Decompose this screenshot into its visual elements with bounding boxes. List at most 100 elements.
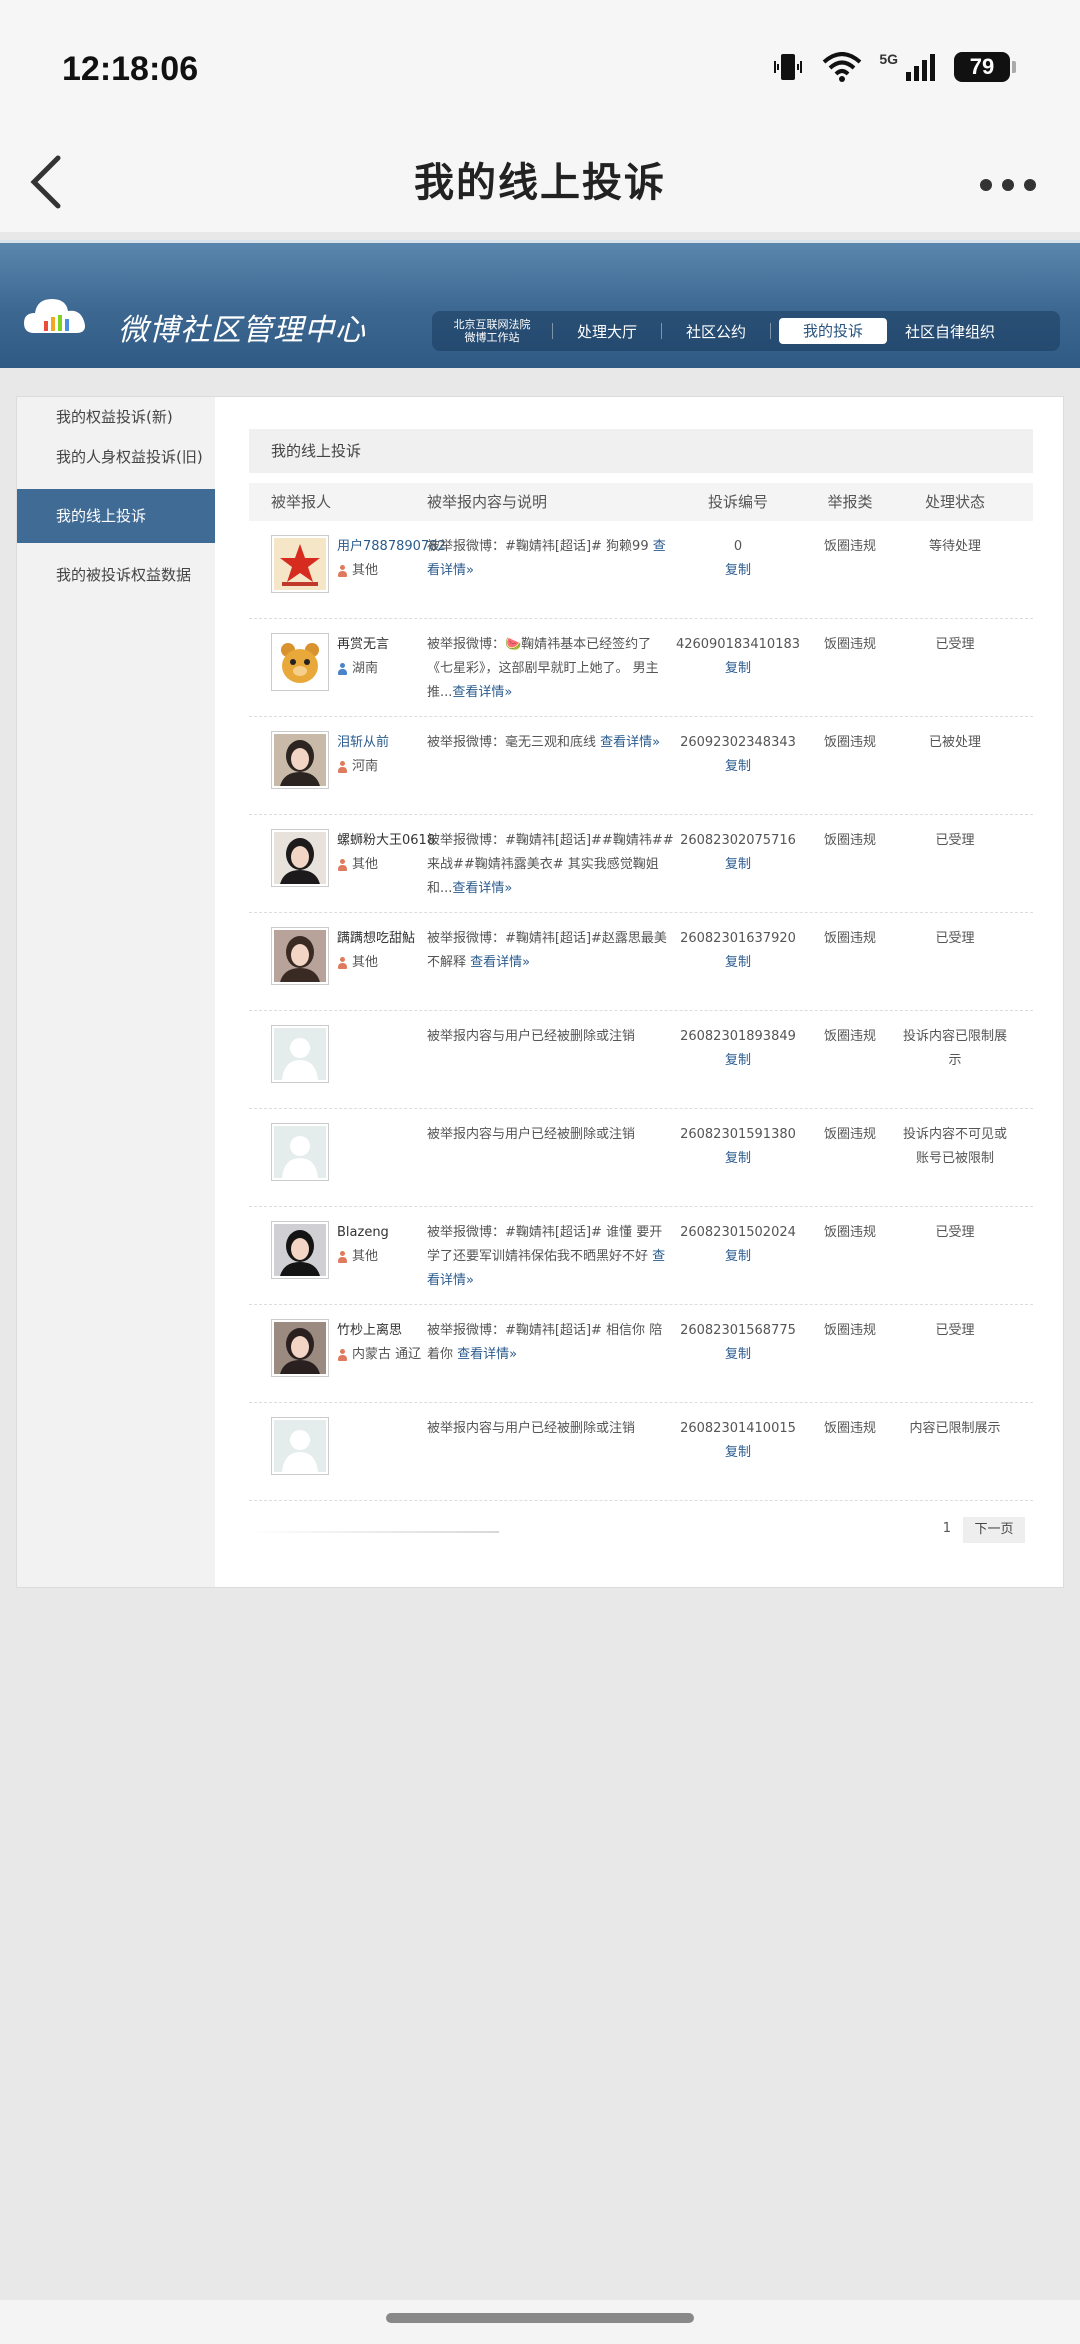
complaint-id: 26082301893849 — [680, 1029, 796, 1044]
reporter-name[interactable]: Blazeng — [337, 1221, 389, 1245]
reporter-name[interactable]: 再赏无言 — [337, 633, 389, 657]
reporter-name[interactable]: 蹒蹒想吃甜鮎 — [337, 927, 415, 951]
tab-convention[interactable]: 社区公约 — [662, 321, 770, 342]
avatar[interactable] — [271, 633, 329, 691]
copy-button[interactable]: 复制 — [675, 755, 801, 779]
view-details-link[interactable]: 查看详情» — [457, 1347, 517, 1362]
reporter-name[interactable]: 螺蛳粉大王0618 — [337, 829, 435, 853]
reporter-name[interactable]: 泪斩从前 — [337, 731, 389, 755]
content-text: 被举报内容与用户已经被删除或注销 — [427, 1421, 636, 1436]
person-icon — [337, 858, 348, 872]
copy-button[interactable]: 复制 — [675, 1441, 801, 1465]
reporter-cell — [249, 1417, 425, 1500]
location-text: 其他 — [352, 955, 379, 970]
avatar[interactable] — [271, 829, 329, 887]
header-reporter: 被举报人 — [271, 493, 332, 511]
copy-button[interactable]: 复制 — [675, 1245, 801, 1269]
reporter-cell: 用户7887890782 其他 — [249, 535, 446, 618]
avatar[interactable] — [271, 1417, 329, 1475]
network-label: 5G — [879, 51, 898, 67]
site-banner: 微博社区管理中心 北京互联网法院 微博工作站 处理大厅 社区公约 我的投诉 社区自… — [0, 240, 1080, 368]
avatar[interactable] — [271, 1025, 329, 1083]
sidebar-item-personal-rights-old[interactable]: 我的人身权益投诉(旧) — [17, 437, 215, 477]
complaint-content: 被举报微博：🍉鞠婧祎基本已经签约了《七星彩》，这部剧早就盯上她了。 男主 推..… — [425, 633, 675, 716]
reporter-name[interactable]: 竹杪上离思 — [337, 1319, 421, 1343]
complaint-content: 被举报微博：#鞠婧祎[超话]##鞠婧祎##来战##鞠婧祎露美衣# 其实我感觉鞠姐… — [425, 829, 675, 912]
scroll-track — [249, 1531, 499, 1533]
complaint-id: 26092302348343 — [680, 735, 796, 750]
person-icon — [337, 760, 348, 774]
banner-nav: 北京互联网法院 微博工作站 处理大厅 社区公约 我的投诉 社区自律组织 — [432, 311, 1060, 351]
reporter-cell: Blazeng 其他 — [249, 1221, 425, 1304]
complaint-category: 饭圈违规 — [823, 1225, 876, 1240]
location-text: 其他 — [352, 1249, 379, 1264]
complaint-status: 已受理 — [935, 931, 975, 946]
tab-my-complaints[interactable]: 我的投诉 — [779, 318, 888, 344]
content-text: 被举报微博：#鞠婧祎[超话]# 谁懂 要开学了还要军训婧祎保佑我不晒黑好不好 — [427, 1225, 663, 1264]
avatar[interactable] — [271, 1123, 329, 1181]
sidebar-item-online-complaints[interactable]: 我的线上投诉 — [17, 489, 215, 543]
page-number[interactable]: 1 — [943, 1521, 951, 1536]
avatar-image — [274, 1126, 326, 1178]
view-details-link[interactable]: 查看详情» — [470, 955, 530, 970]
copy-button[interactable]: 复制 — [675, 559, 801, 583]
complaint-status: 等待处理 — [928, 539, 981, 554]
complaint-status: 已被处理 — [928, 735, 981, 750]
avatar[interactable] — [271, 731, 329, 789]
view-details-link[interactable]: 查看详情» — [452, 685, 512, 700]
tab-hall[interactable]: 处理大厅 — [553, 321, 661, 342]
avatar[interactable] — [271, 535, 329, 593]
header-category: 举报类 — [827, 493, 873, 511]
status-icons: 5G 79 — [771, 51, 1016, 82]
copy-button[interactable]: 复制 — [675, 951, 801, 975]
copy-button[interactable]: 复制 — [675, 853, 801, 877]
copy-button[interactable]: 复制 — [675, 1147, 801, 1171]
main-panel: 我的权益投诉(新) 我的人身权益投诉(旧) 我的线上投诉 我的被投诉权益数据 我… — [16, 396, 1064, 1588]
tab-self-regulation[interactable]: 社区自律组织 — [895, 321, 1005, 342]
reporter-location: 其他 — [337, 853, 435, 877]
avatar[interactable] — [271, 1221, 329, 1279]
cloud-logo-icon[interactable] — [22, 293, 92, 339]
complaint-category: 饭圈违规 — [823, 1029, 876, 1044]
complaint-category: 饭圈违规 — [823, 931, 876, 946]
header-id: 投诉编号 — [707, 493, 768, 511]
court-link[interactable]: 北京互联网法院 微博工作站 — [432, 318, 552, 344]
home-indicator[interactable] — [386, 2313, 694, 2323]
reporter-cell — [249, 1025, 425, 1108]
complaint-content: 被举报微博：#鞠婧祎[超话]# 相信你 陪着你 查看详情» — [425, 1319, 675, 1402]
complaint-category: 饭圈违规 — [823, 1127, 876, 1142]
copy-button[interactable]: 复制 — [675, 1049, 801, 1073]
view-details-link[interactable]: 查看详情» — [452, 881, 512, 896]
avatar-image — [274, 1224, 326, 1276]
table-row: 泪斩从前 河南 被举报微博：毫无三观和底线 查看详情» 26092302348343 复… — [249, 717, 1033, 815]
copy-button[interactable]: 复制 — [675, 1343, 801, 1367]
copy-button[interactable]: 复制 — [675, 657, 801, 681]
sidebar-item-complained-data[interactable]: 我的被投诉权益数据 — [17, 555, 215, 595]
complaint-status: 内容已限制展示 — [909, 1421, 1001, 1436]
complaint-status: 投诉内容不可见或账号已被限制 — [902, 1127, 1007, 1166]
complaint-id-cell: 426090183410183 复制 — [675, 633, 801, 716]
content-text: 被举报微博：毫无三观和底线 — [427, 735, 601, 750]
court-line2: 微博工作站 — [464, 331, 520, 344]
avatar[interactable] — [271, 1319, 329, 1377]
table-row: 螺蛳粉大王0618 其他 被举报微博：#鞠婧祎[超话]##鞠婧祎##来战##鞠婧祎露… — [249, 815, 1033, 913]
sidebar-item-rights-new[interactable]: 我的权益投诉(新) — [17, 397, 215, 437]
complaint-status: 已受理 — [935, 1323, 975, 1338]
dot — [980, 179, 992, 191]
next-page-button[interactable]: 下一页 — [963, 1517, 1025, 1543]
app-nav-bar: 我的线上投诉 — [0, 140, 1080, 232]
complaint-id: 26082301568775 — [680, 1323, 796, 1338]
reporter-cell: 蹒蹒想吃甜鮎其他 — [249, 927, 425, 1010]
sidebar: 我的权益投诉(新) 我的人身权益投诉(旧) 我的线上投诉 我的被投诉权益数据 — [17, 397, 215, 1587]
complaint-category: 饭圈违规 — [823, 735, 876, 750]
complaint-id: 26082301410015 — [680, 1421, 796, 1436]
location-text: 其他 — [352, 563, 379, 578]
avatar[interactable] — [271, 927, 329, 985]
complaint-id-cell: 0 复制 — [675, 535, 801, 618]
complaint-id: 0 — [733, 539, 743, 554]
content-text: 被举报内容与用户已经被删除或注销 — [427, 1127, 636, 1142]
dot — [1002, 179, 1014, 191]
table-row: 竹杪上离思 内蒙古 通辽 被举报微博：#鞠婧祎[超话]# 相信你 陪着你 查看详情»… — [249, 1305, 1033, 1403]
more-button[interactable] — [980, 170, 1040, 200]
view-details-link[interactable]: 查看详情» — [600, 735, 660, 750]
